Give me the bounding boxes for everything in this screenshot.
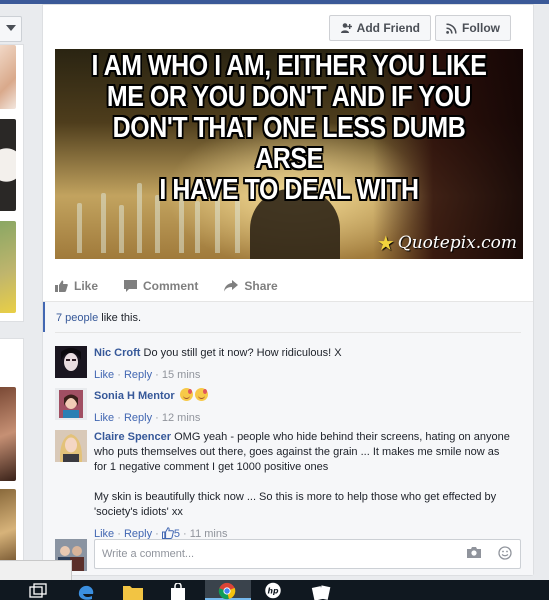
comment-author[interactable]: Nic Croft xyxy=(94,347,140,359)
add-friend-button[interactable]: Add Friend xyxy=(328,15,431,41)
comment-meta: Like · Reply · 15 mins xyxy=(94,369,201,381)
comment-like-link[interactable]: Like xyxy=(94,369,114,381)
chrome-taskbar-item-active[interactable] xyxy=(205,580,251,600)
friend-thumbnail[interactable] xyxy=(0,387,16,481)
post-image[interactable]: I AM WHO I AM, EITHER YOU LIKE ME OR YOU… xyxy=(55,49,523,259)
likes-count-link[interactable]: 7 people xyxy=(56,312,98,324)
comment-time[interactable]: 12 mins xyxy=(162,412,201,424)
svg-text:hp: hp xyxy=(267,587,278,596)
comment-input-placeholder: Write a comment... xyxy=(102,548,195,560)
friends-card xyxy=(0,338,24,578)
kissing-face-emoji-icon xyxy=(179,388,193,401)
photo-thumbnail[interactable] xyxy=(0,119,16,211)
avatar[interactable] xyxy=(55,430,87,462)
thumbs-up-icon xyxy=(55,280,68,292)
dropdown-button[interactable] xyxy=(0,16,22,42)
likes-summary: 7 people like this. xyxy=(43,302,533,332)
comment-author[interactable]: Sonia H Mentor xyxy=(94,390,175,402)
windows-taskbar: hp xyxy=(0,580,549,600)
file-explorer-icon[interactable] xyxy=(122,583,144,600)
profile-header-buttons: Add Friend Follow xyxy=(328,15,511,41)
like-reaction-icon xyxy=(161,527,174,539)
camera-icon[interactable] xyxy=(467,546,481,558)
comment-meta: Like · Reply · 12 mins xyxy=(94,412,201,424)
taskbar-window-preview xyxy=(0,560,72,580)
comment-text-paragraph: My skin is beautifully thick now ... So … xyxy=(94,491,497,518)
chrome-icon xyxy=(218,582,236,600)
photo-thumbnail[interactable] xyxy=(0,221,16,313)
add-friend-label: Add Friend xyxy=(356,21,420,35)
follow-label: Follow xyxy=(462,21,500,35)
comment-composer: Write a comment... xyxy=(55,539,521,571)
follow-rss-icon xyxy=(446,22,457,34)
share-button[interactable]: Share xyxy=(224,279,278,293)
follow-button[interactable]: Follow xyxy=(435,15,511,41)
share-arrow-icon xyxy=(224,280,239,292)
photos-card xyxy=(0,44,24,322)
solitaire-cards-icon[interactable] xyxy=(310,583,332,600)
emoji-icon[interactable] xyxy=(498,546,512,560)
comment-time[interactable]: 15 mins xyxy=(162,369,201,381)
image-quote-text: I AM WHO I AM, EITHER YOU LIKE ME OR YOU… xyxy=(91,50,487,206)
left-column xyxy=(0,4,24,580)
comment-reply-link[interactable]: Reply xyxy=(124,369,152,381)
image-watermark: ★ Quotepix.com xyxy=(376,231,517,255)
chevron-down-icon xyxy=(6,25,16,31)
comment-button[interactable]: Comment xyxy=(124,279,198,293)
post-card: Add Friend Follow I AM WHO I AM, EITHER … xyxy=(42,4,534,576)
comment-like-link[interactable]: Like xyxy=(94,412,114,424)
comments-section: 7 people like this. Nic Croft Do you sti… xyxy=(43,302,533,575)
comment-input[interactable]: Write a comment... xyxy=(94,539,521,569)
comment-text: Do you still get it now? How ridiculous!… xyxy=(143,347,342,359)
avatar[interactable] xyxy=(55,346,87,378)
star-icon: ★ xyxy=(376,231,395,255)
post-actions: Like Comment Share xyxy=(55,273,523,299)
comment-author[interactable]: Claire Spencer xyxy=(94,431,171,443)
store-icon[interactable] xyxy=(168,583,188,600)
comment-reply-link[interactable]: Reply xyxy=(124,412,152,424)
hp-icon[interactable]: hp xyxy=(262,582,284,599)
divider xyxy=(55,332,521,333)
task-view-icon[interactable] xyxy=(28,583,48,600)
avatar[interactable] xyxy=(55,388,87,420)
photo-thumbnail[interactable] xyxy=(0,45,16,109)
like-button[interactable]: Like xyxy=(55,279,98,293)
add-friend-icon xyxy=(340,23,352,33)
edge-browser-icon[interactable] xyxy=(76,583,96,600)
kissing-face-emoji-icon xyxy=(194,388,208,401)
comment-icon xyxy=(124,280,138,292)
